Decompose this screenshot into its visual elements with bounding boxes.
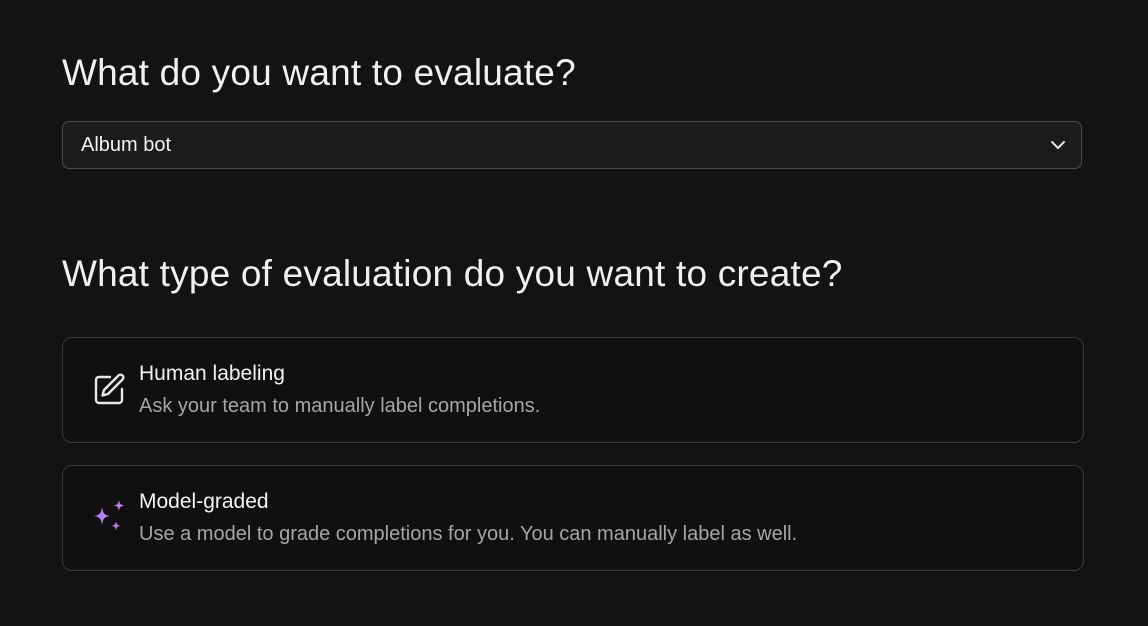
- page: What do you want to evaluate? Album bot …: [0, 0, 1148, 626]
- chevron-down-icon: [1049, 136, 1067, 154]
- option-title: Human labeling: [139, 362, 285, 385]
- option-model-graded[interactable]: Model-graded Use a model to grade comple…: [62, 465, 1084, 571]
- option-human-labeling[interactable]: Human labeling Ask your team to manually…: [62, 337, 1084, 443]
- option-description: Use a model to grade completions for you…: [139, 523, 798, 545]
- option-description: Ask your team to manually label completi…: [139, 395, 541, 417]
- edit-pencil-icon: [91, 372, 127, 408]
- evaluate-target-select[interactable]: Album bot: [62, 121, 1082, 169]
- evaluate-heading: What do you want to evaluate?: [62, 52, 576, 93]
- select-value: Album bot: [81, 133, 172, 156]
- evaluation-type-heading: What type of evaluation do you want to c…: [62, 253, 843, 294]
- sparkles-icon: [91, 500, 127, 536]
- option-title: Model-graded: [139, 490, 269, 513]
